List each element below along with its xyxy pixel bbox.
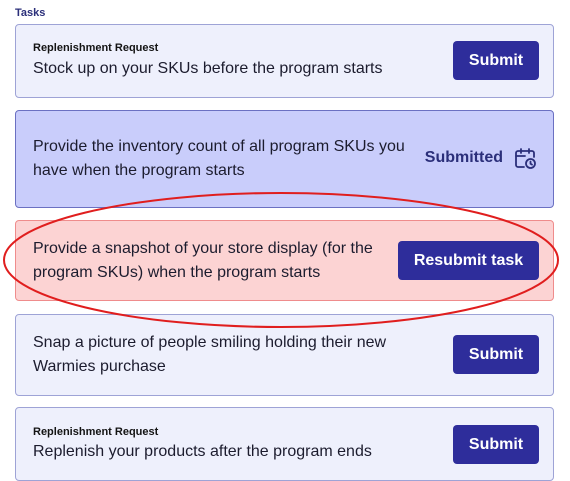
tasks-section-title: Tasks bbox=[15, 7, 46, 19]
submitted-status: Submitted bbox=[425, 146, 537, 170]
task-description-line: program SKUs) when the program starts bbox=[33, 264, 321, 281]
task-description: Snap a picture of people smiling holding… bbox=[33, 331, 386, 379]
task-description-line: Provide the inventory count of all progr… bbox=[33, 138, 405, 155]
calendar-clock-icon bbox=[515, 148, 536, 169]
task-card-picture: Snap a picture of people smiling holding… bbox=[15, 314, 554, 396]
task-eyebrow: Replenishment Request bbox=[33, 42, 159, 54]
task-card-replenishment: Replenishment Request Stock up on your S… bbox=[15, 24, 554, 98]
task-description-line: Snap a picture of people smiling holding… bbox=[33, 334, 387, 351]
task-card-replenishment-2: Replenishment Request Replenish your pro… bbox=[15, 407, 554, 481]
task-description-line: Provide a snapshot of your store display… bbox=[33, 240, 373, 257]
submit-button[interactable]: Submit bbox=[453, 425, 539, 464]
resubmit-task-button[interactable]: Resubmit task bbox=[398, 241, 539, 280]
task-description: Provide a snapshot of your store display… bbox=[33, 237, 373, 285]
task-description: Provide the inventory count of all progr… bbox=[33, 135, 405, 183]
task-description: Replenish your products after the progra… bbox=[33, 443, 372, 460]
task-description-line: have when the program starts bbox=[33, 162, 245, 179]
task-description-line: Warmies purchase bbox=[33, 358, 166, 375]
task-card-inventory-count: Provide the inventory count of all progr… bbox=[15, 110, 554, 208]
status-label: Submitted bbox=[424, 149, 503, 166]
task-eyebrow: Replenishment Request bbox=[33, 426, 159, 438]
task-card-store-display: Provide a snapshot of your store display… bbox=[15, 220, 554, 301]
submit-button[interactable]: Submit bbox=[453, 41, 539, 80]
task-description: Stock up on your SKUs before the program… bbox=[33, 60, 383, 77]
submit-button[interactable]: Submit bbox=[453, 335, 539, 374]
